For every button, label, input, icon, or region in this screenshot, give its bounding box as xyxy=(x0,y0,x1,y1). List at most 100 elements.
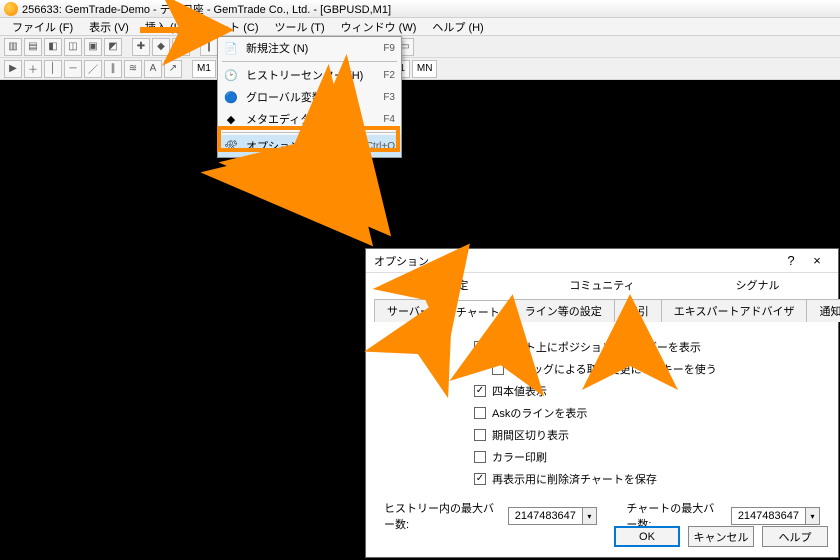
lbl-keep-deleted: 再表示用に削除済チャートを保存 xyxy=(492,471,657,487)
val-chart-bars: 2147483647 xyxy=(732,510,805,522)
titlebar: 256633: GemTrade-Demo - デモ口座 - GemTrade … xyxy=(0,0,840,18)
chk-keep-deleted[interactable] xyxy=(474,473,486,485)
tf-m1[interactable]: M1 xyxy=(192,60,216,78)
menu-view[interactable]: 表示 (V) xyxy=(81,17,137,37)
row-ohlc: 四本値表示 xyxy=(474,380,820,402)
dd-global-vars-key: F3 xyxy=(375,92,395,103)
menu-file[interactable]: ファイル (F) xyxy=(4,17,81,37)
toolbars: ▥ ▤ ◧ ◫ ▣ ◩ ✚ ◆ ▶ ┃ ┇ ╱ ⊕ ⊖ ↦ ↤ ∿ ◔ ▭ ▶ … xyxy=(0,36,840,80)
lbl-drag-alt: ドラッグによる取引変更に'Alt' キーを使う xyxy=(510,361,717,377)
tb-vline-icon[interactable]: │ xyxy=(44,60,62,78)
menu-help[interactable]: ヘルプ (H) xyxy=(424,17,491,37)
cancel-button[interactable]: キャンセル xyxy=(688,526,754,547)
tab-chart[interactable]: チャート xyxy=(443,300,513,323)
tb-trendline-icon[interactable]: ／ xyxy=(84,60,102,78)
tb-new-order-icon[interactable]: ✚ xyxy=(132,38,150,56)
main-window: 256633: GemTrade-Demo - デモ口座 - GemTrade … xyxy=(0,0,840,78)
row-show-orders: チャート上にポジションとオーダーを表示 xyxy=(474,336,820,358)
chevron-down-icon: ▾ xyxy=(805,508,819,524)
dd-global-vars-label: グローバル変数 (V) xyxy=(246,89,375,105)
dd-global-vars[interactable]: 🔵 グローバル変数 (V) F3 xyxy=(218,86,401,108)
metaeditor-icon: ◆ xyxy=(222,110,240,128)
toolbar-row-1: ▥ ▤ ◧ ◫ ▣ ◩ ✚ ◆ ▶ ┃ ┇ ╱ ⊕ ⊖ ↦ ↤ ∿ ◔ ▭ xyxy=(0,36,840,58)
tb-market-watch-icon[interactable]: ◧ xyxy=(44,38,62,56)
dd-new-order[interactable]: 📄 新規注文 (N) F9 xyxy=(218,37,401,59)
dd-options[interactable]: 🛠 オプション (O) Ctrl+O xyxy=(218,135,401,157)
ok-button[interactable]: OK xyxy=(614,526,680,547)
dd-options-label: オプション (O) xyxy=(246,138,358,154)
chk-ask-line[interactable] xyxy=(474,407,486,419)
chk-period-sep[interactable] xyxy=(474,429,486,441)
app-icon xyxy=(4,2,18,16)
window-title: 256633: GemTrade-Demo - デモ口座 - GemTrade … xyxy=(22,1,391,17)
dialog-title: オプション xyxy=(374,253,778,269)
tb-text-icon[interactable]: A xyxy=(144,60,162,78)
lbl-period-sep: 期間区切り表示 xyxy=(492,427,569,443)
menu-chart[interactable]: チャート (C) xyxy=(188,17,266,37)
dialog-titlebar: オプション ? × xyxy=(366,249,838,273)
tb-autotrade-icon[interactable]: ▶ xyxy=(172,38,190,56)
tb-crosshair-icon[interactable]: ＋ xyxy=(24,60,42,78)
dd-sep xyxy=(222,61,397,62)
menu-tools[interactable]: ツール (T) xyxy=(267,17,333,37)
row-ask-line: Askのラインを表示 xyxy=(474,402,820,424)
menu-window[interactable]: ウィンドウ (W) xyxy=(333,17,425,37)
chk-ohlc[interactable] xyxy=(474,385,486,397)
dd-metaeditor[interactable]: ◆ メタエディター (E) F4 xyxy=(218,108,401,130)
options-icon: 🛠 xyxy=(222,137,240,155)
tab-trade[interactable]: 取引 xyxy=(614,299,662,322)
tb-hline-icon[interactable]: ─ xyxy=(64,60,82,78)
tb-navigator-icon[interactable]: ◫ xyxy=(64,38,82,56)
dd-metaeditor-label: メタエディター (E) xyxy=(246,111,375,127)
lbl-show-orders: チャート上にポジションとオーダーを表示 xyxy=(492,339,701,355)
tb-profiles-icon[interactable]: ▤ xyxy=(24,38,42,56)
tab-notify[interactable]: 通知機能 xyxy=(806,299,840,322)
row-color-print: カラー印刷 xyxy=(474,446,820,468)
tb-bar-chart-icon[interactable]: ┃ xyxy=(200,38,218,56)
dd-history[interactable]: 🕑 ヒストリーセンター (H) F2 xyxy=(218,64,401,86)
tb-new-chart-icon[interactable]: ▥ xyxy=(4,38,22,56)
dialog-help-button[interactable]: ? xyxy=(778,253,804,268)
combo-history-bars[interactable]: 2147483647 ▾ xyxy=(508,507,597,525)
tab-ea[interactable]: エキスパートアドバイザ xyxy=(661,299,808,322)
tab-server[interactable]: サーバー xyxy=(374,299,444,322)
tb-cursor-icon[interactable]: ▶ xyxy=(4,60,22,78)
tb-arrows-icon[interactable]: ↗ xyxy=(164,60,182,78)
dialog-tabs: 音声設定 コミュニティ シグナル サーバー チャート ライン等の設定 取引 エキ… xyxy=(366,273,838,322)
history-icon: 🕑 xyxy=(222,66,240,84)
chk-color-print[interactable] xyxy=(474,451,486,463)
dialog-buttons: OK キャンセル ヘルプ xyxy=(614,526,828,547)
lbl-color-print: カラー印刷 xyxy=(492,449,547,465)
lbl-ohlc: 四本値表示 xyxy=(492,383,547,399)
tab-line[interactable]: ライン等の設定 xyxy=(512,299,615,322)
chk-drag-alt[interactable] xyxy=(492,363,504,375)
row-keep-deleted: 再表示用に削除済チャートを保存 xyxy=(474,468,820,490)
chevron-down-icon: ▾ xyxy=(582,508,596,524)
tabgroup-signal: シグナル xyxy=(706,277,810,295)
dialog-body: チャート上にポジションとオーダーを表示 ドラッグによる取引変更に'Alt' キー… xyxy=(366,322,838,538)
dd-new-order-key: F9 xyxy=(375,43,395,54)
dd-metaeditor-key: F4 xyxy=(375,114,395,125)
dd-sep-2 xyxy=(222,132,397,133)
row-period-sep: 期間区切り表示 xyxy=(474,424,820,446)
tb-tester-icon[interactable]: ◩ xyxy=(104,38,122,56)
dd-options-key: Ctrl+O xyxy=(358,141,395,152)
options-dialog: オプション ? × 音声設定 コミュニティ シグナル サーバー チャート ライン… xyxy=(365,248,839,558)
dd-history-label: ヒストリーセンター (H) xyxy=(246,67,375,83)
tb-fibo-icon[interactable]: ≋ xyxy=(124,60,142,78)
lbl-ask-line: Askのラインを表示 xyxy=(492,405,587,421)
menu-insert[interactable]: 挿入 (I) xyxy=(137,17,188,37)
tf-mn[interactable]: MN xyxy=(412,60,438,78)
combo-chart-bars[interactable]: 2147483647 ▾ xyxy=(731,507,820,525)
tb-terminal-icon[interactable]: ▣ xyxy=(84,38,102,56)
dialog-close-button[interactable]: × xyxy=(804,253,830,268)
tabgroup-community: コミュニティ xyxy=(539,277,664,295)
chk-show-orders[interactable] xyxy=(474,341,486,353)
menubar: ファイル (F) 表示 (V) 挿入 (I) チャート (C) ツール (T) … xyxy=(0,18,840,36)
lbl-history-bars: ヒストリー内の最大バー数: xyxy=(384,500,502,532)
globals-icon: 🔵 xyxy=(222,88,240,106)
tb-metaeditor-icon[interactable]: ◆ xyxy=(152,38,170,56)
new-order-icon: 📄 xyxy=(222,39,240,57)
help-button[interactable]: ヘルプ xyxy=(762,526,828,547)
tb-channel-icon[interactable]: ∥ xyxy=(104,60,122,78)
